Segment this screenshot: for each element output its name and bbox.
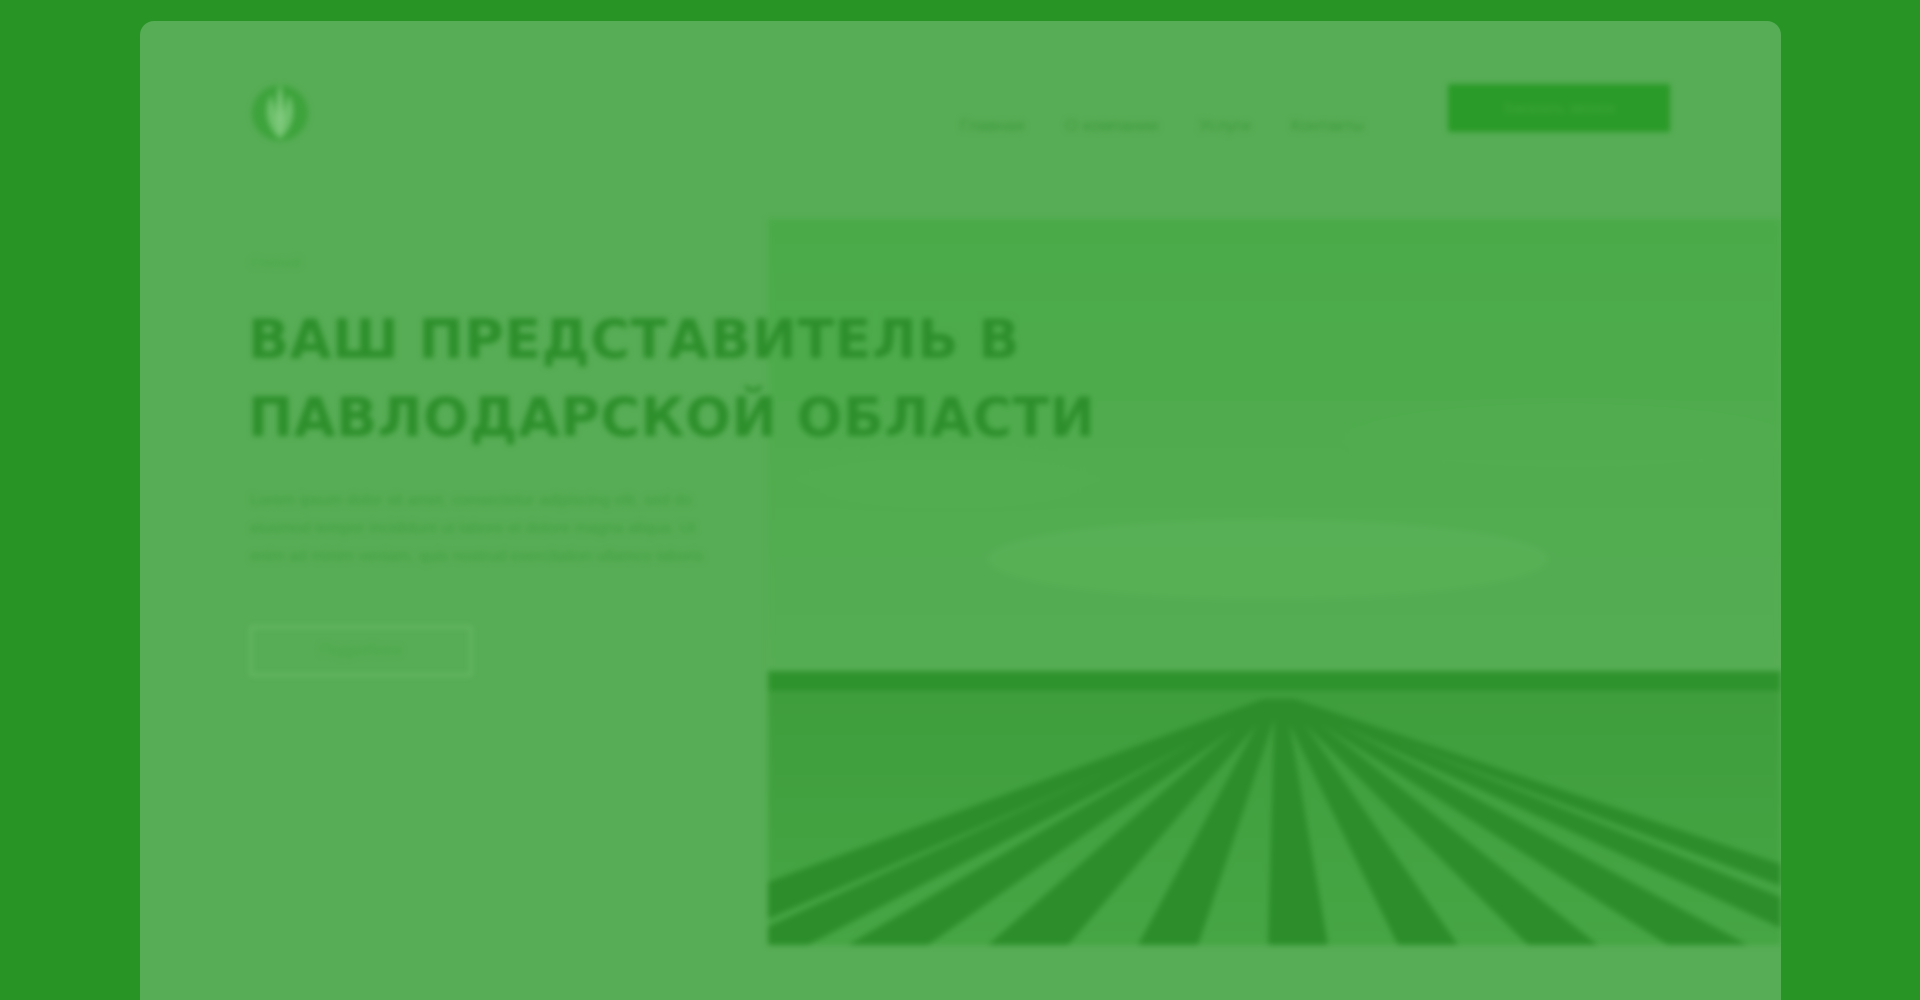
nav-item-home[interactable]: Главная [960,116,1025,136]
nav-item-services[interactable]: Услуги [1198,116,1250,136]
more-details-button[interactable]: Подробнее [250,626,472,676]
hero-eyebrow: Степной [250,255,302,270]
nav-item-about[interactable]: О компании [1065,116,1159,136]
wheat-sprout-icon[interactable] [249,77,311,143]
hero-description: Lorem ipsum dolor sit amet, consectetur … [250,492,704,565]
landing-page-card: Главная О компании Услуги Контакты Заказ… [140,21,1781,1000]
request-call-button[interactable]: Заказать звонок [1448,84,1670,132]
blurred-page-content: Главная О компании Услуги Контакты Заказ… [140,21,1781,1000]
hero-title: ВАШ ПРЕДСТАВИТЕЛЬ В ПАВЛОДАРСКОЙ ОБЛАСТИ [248,308,1096,449]
main-nav: Главная О компании Услуги Контакты [960,116,1364,136]
nav-item-contacts[interactable]: Контакты [1291,116,1364,136]
